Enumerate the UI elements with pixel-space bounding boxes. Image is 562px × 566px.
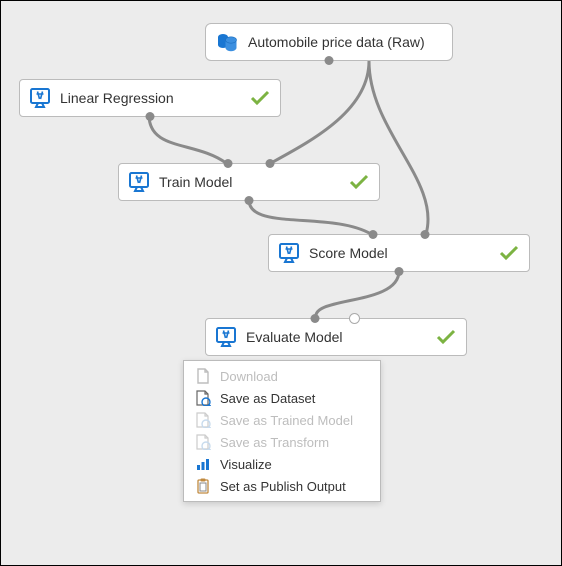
- node-score-model[interactable]: Score Model: [268, 234, 530, 272]
- menu-item-save-as-transform: Save as Transform: [184, 431, 380, 453]
- port-in-left[interactable]: [369, 230, 378, 239]
- module-icon: [216, 327, 236, 347]
- node-label: Evaluate Model: [246, 329, 343, 345]
- port-in-right-empty[interactable]: [349, 313, 360, 324]
- menu-item-visualize[interactable]: Visualize: [184, 453, 380, 475]
- menu-item-set-as-publish-output[interactable]: Set as Publish Output: [184, 475, 380, 497]
- transform-doc-icon: [194, 434, 212, 450]
- node-label: Score Model: [309, 245, 388, 261]
- node-evaluate-model[interactable]: Evaluate Model: [205, 318, 467, 356]
- menu-item-label: Save as Dataset: [220, 391, 315, 406]
- clipboard-icon: [194, 478, 212, 494]
- status-check-icon: [420, 329, 456, 345]
- menu-item-save-as-dataset[interactable]: Save as Dataset: [184, 387, 380, 409]
- menu-item-save-as-trained-model: Save as Trained Model: [184, 409, 380, 431]
- status-check-icon: [483, 245, 519, 261]
- port-out[interactable]: [325, 56, 334, 65]
- menu-item-label: Save as Trained Model: [220, 413, 353, 428]
- menu-item-label: Set as Publish Output: [220, 479, 346, 494]
- menu-item-download: Download: [184, 365, 380, 387]
- context-menu: Download Save as Dataset Save as Trained…: [183, 360, 381, 502]
- menu-item-label: Download: [220, 369, 278, 384]
- menu-item-label: Visualize: [220, 457, 272, 472]
- trained-model-doc-icon: [194, 412, 212, 428]
- node-label: Linear Regression: [60, 90, 174, 106]
- node-label: Train Model: [159, 174, 232, 190]
- port-out[interactable]: [146, 112, 155, 121]
- module-icon: [129, 172, 149, 192]
- node-label: Automobile price data (Raw): [248, 34, 425, 50]
- port-in-left[interactable]: [311, 314, 320, 323]
- module-icon: [279, 243, 299, 263]
- port-in-left[interactable]: [224, 159, 233, 168]
- database-icon: [216, 32, 238, 52]
- module-icon: [30, 88, 50, 108]
- node-train-model[interactable]: Train Model: [118, 163, 380, 201]
- port-out[interactable]: [245, 196, 254, 205]
- port-in-right[interactable]: [265, 159, 274, 168]
- canvas[interactable]: Automobile price data (Raw) Linear Regre…: [0, 0, 562, 566]
- menu-item-label: Save as Transform: [220, 435, 329, 450]
- port-in-right[interactable]: [421, 230, 430, 239]
- port-out[interactable]: [395, 267, 404, 276]
- chart-icon: [194, 456, 212, 472]
- status-check-icon: [333, 174, 369, 190]
- status-check-icon: [234, 90, 270, 106]
- node-linear-regression[interactable]: Linear Regression: [19, 79, 281, 117]
- dataset-doc-icon: [194, 390, 212, 406]
- document-icon: [194, 368, 212, 384]
- node-automobile-price-data[interactable]: Automobile price data (Raw): [205, 23, 453, 61]
